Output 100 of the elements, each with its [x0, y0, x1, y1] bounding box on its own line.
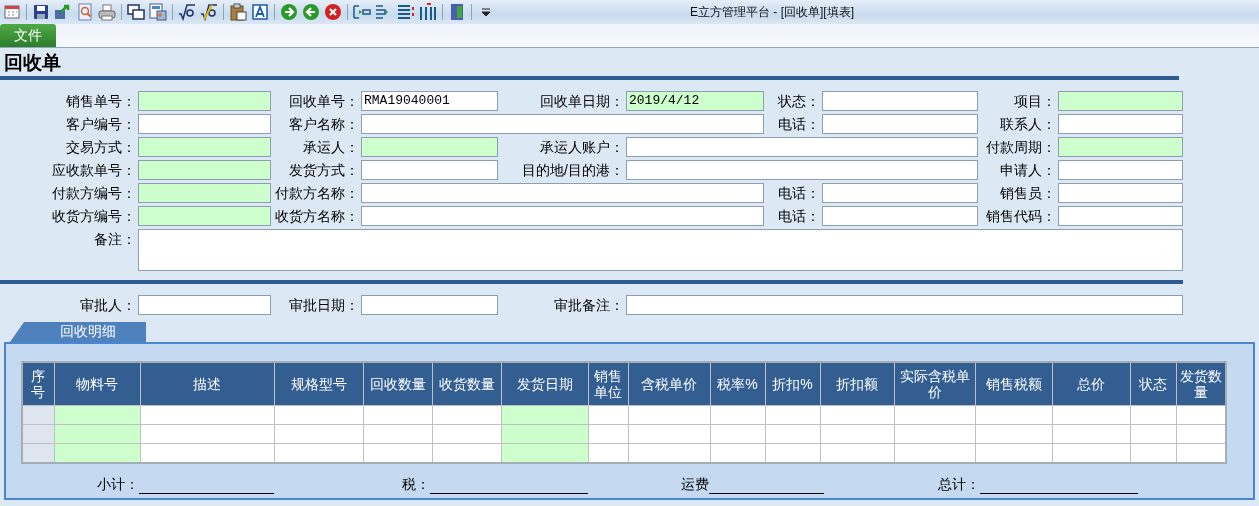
field-label: 客户编号：: [65, 115, 137, 134]
column-header: 发货日期: [501, 362, 588, 405]
table-cell[interactable]: [22, 424, 54, 443]
field-label: 收货方编号：: [51, 207, 137, 226]
columns-icon: [419, 3, 437, 21]
menu-tab[interactable]: 文件: [0, 24, 56, 47]
formula-icon: [178, 3, 196, 21]
page-title: 回收单: [4, 51, 61, 74]
column-header: 回收数量: [363, 362, 432, 405]
cancel-button[interactable]: [322, 1, 344, 23]
clipboard-button[interactable]: [227, 1, 249, 23]
back-icon: [302, 3, 320, 21]
forward-button[interactable]: [278, 1, 300, 23]
calendar-icon: [3, 3, 21, 21]
input-field[interactable]: [361, 295, 498, 315]
input-field[interactable]: [1058, 91, 1183, 111]
column-header: 状态: [1130, 362, 1176, 405]
input-field[interactable]: [626, 160, 978, 180]
field-label: 项目：: [1013, 92, 1057, 111]
field-label: 电话：: [777, 207, 821, 226]
column-header: 实际含税单价: [894, 362, 975, 405]
table-cell[interactable]: [22, 405, 54, 424]
forward-icon: [280, 3, 298, 21]
windows-button[interactable]: [125, 1, 147, 23]
document-icon: [251, 3, 269, 21]
field-label: 审批备注：: [553, 296, 625, 315]
total-label: 运费: [680, 475, 709, 494]
input-field[interactable]: [361, 114, 764, 134]
formula-edit-button[interactable]: [198, 1, 220, 23]
field-label: 销售单号：: [65, 92, 137, 111]
input-field[interactable]: [361, 206, 764, 226]
detail-tab[interactable]: 回收明细: [10, 322, 146, 342]
input-field[interactable]: [1058, 183, 1183, 203]
back-button[interactable]: [300, 1, 322, 23]
column-header: 物料号: [54, 362, 140, 405]
columns-button[interactable]: [417, 1, 439, 23]
input-field[interactable]: [822, 183, 978, 203]
memo-field[interactable]: [138, 229, 1183, 271]
input-field[interactable]: RMA19040001: [361, 91, 498, 111]
field-label: 付款周期：: [985, 138, 1057, 157]
export-icon: [54, 3, 72, 21]
input-field[interactable]: [138, 137, 271, 157]
field-label: 承运人账户：: [539, 138, 625, 157]
form-icon: [149, 3, 167, 21]
field-label: 销售员：: [999, 184, 1057, 203]
input-field[interactable]: [1058, 160, 1183, 180]
input-field[interactable]: [138, 206, 271, 226]
field-label: 申请人：: [999, 161, 1057, 180]
input-field[interactable]: [1058, 206, 1183, 226]
input-field[interactable]: [1058, 137, 1183, 157]
field-label: 目的地/目的港：: [521, 161, 625, 180]
save-icon: [32, 3, 50, 21]
field-label: 销售代码：: [985, 207, 1057, 226]
input-field[interactable]: [138, 114, 271, 134]
document-button[interactable]: [249, 1, 271, 23]
field-label: 审批日期：: [288, 296, 360, 315]
input-field[interactable]: 2019/4/12: [626, 91, 764, 111]
input-field[interactable]: [822, 114, 978, 134]
field-label: 电话：: [777, 184, 821, 203]
field-label: 回收单日期：: [539, 92, 625, 111]
field-label: 应收款单号：: [51, 161, 137, 180]
print-button[interactable]: [96, 1, 118, 23]
form-button[interactable]: [147, 1, 169, 23]
column-header: 含税单价: [628, 362, 710, 405]
field-label: 付款方编号：: [51, 184, 137, 203]
cancel-icon: [324, 3, 342, 21]
field-label: 状态：: [777, 92, 821, 111]
input-field[interactable]: [138, 295, 271, 315]
column-header: 折扣%: [765, 362, 820, 405]
table-cell[interactable]: [22, 443, 54, 463]
field-label: 收货方名称：: [274, 207, 360, 226]
input-field[interactable]: [138, 91, 271, 111]
input-field[interactable]: [626, 295, 1183, 315]
input-field[interactable]: [626, 137, 978, 157]
column-header: 收货数量: [432, 362, 501, 405]
formula-button[interactable]: [176, 1, 198, 23]
input-field[interactable]: [361, 160, 498, 180]
input-field[interactable]: [361, 137, 498, 157]
formula-edit-icon: [200, 3, 218, 21]
input-field[interactable]: [822, 206, 978, 226]
field-label: 客户名称：: [288, 115, 360, 134]
door-icon: [448, 3, 466, 21]
align-left-icon: [353, 3, 371, 21]
input-field[interactable]: [1058, 114, 1183, 134]
print-icon: [98, 3, 116, 21]
column-header: 税率%: [710, 362, 765, 405]
input-field[interactable]: [138, 160, 271, 180]
column-header: 销售税额: [975, 362, 1052, 405]
field-label: 交易方式：: [65, 138, 137, 157]
column-header: 总价: [1052, 362, 1130, 405]
field-label: 备注：: [93, 230, 137, 249]
input-field[interactable]: [138, 183, 271, 203]
field-label: 承运人：: [302, 138, 360, 157]
column-header: 规格型号: [274, 362, 363, 405]
field-label: 发货方式：: [288, 161, 360, 180]
field-label: 付款方名称：: [274, 184, 360, 203]
input-field[interactable]: [361, 183, 764, 203]
preview-icon: [76, 3, 94, 21]
column-header: 折扣额: [820, 362, 894, 405]
input-field[interactable]: [822, 91, 978, 111]
